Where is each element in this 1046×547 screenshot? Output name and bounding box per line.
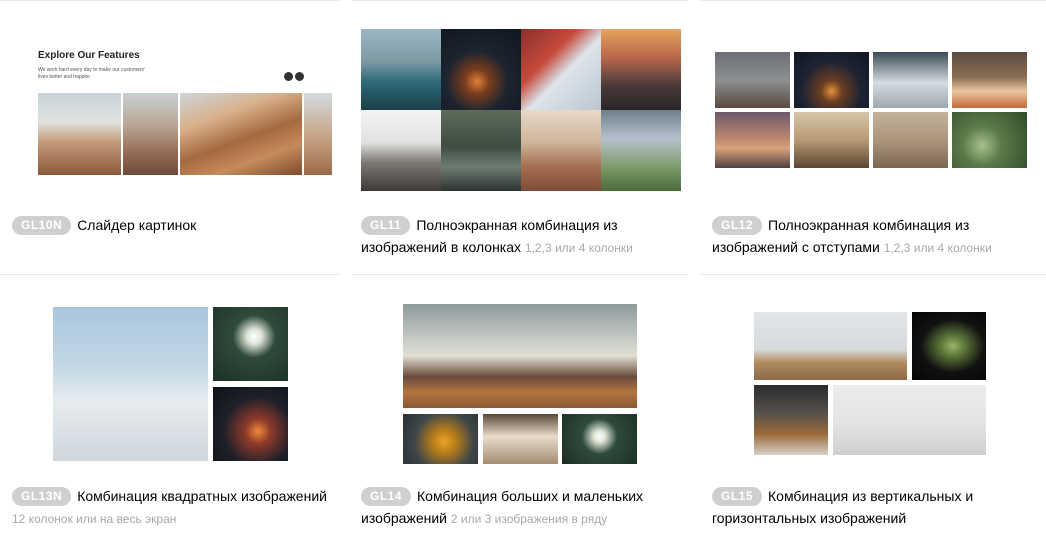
card-code-badge: GL14 xyxy=(361,487,412,506)
card-note: 2 или 3 изображения в ряду xyxy=(450,512,608,526)
card-code-badge: GL10N xyxy=(12,216,72,235)
vertical-horizontal-preview xyxy=(754,312,986,455)
mixed-grid-preview xyxy=(403,304,637,464)
image-building xyxy=(53,307,208,461)
image-drinking xyxy=(794,112,869,168)
image-mug xyxy=(873,52,948,108)
image-sunset-sky xyxy=(715,112,790,168)
image-skateboard xyxy=(833,385,986,455)
card-gl15[interactable]: GL15 Комбинация из вертикальных и горизон… xyxy=(700,274,1046,547)
image-boots xyxy=(715,52,790,108)
grid-preview xyxy=(715,52,1027,168)
square-grid-preview xyxy=(53,307,288,461)
image-yellow-hood xyxy=(403,414,478,464)
slider-heading: Explore Our Features xyxy=(38,50,140,61)
card-caption: GL15 Комбинация из вертикальных и горизон… xyxy=(712,485,1012,529)
card-caption: GL13N Комбинация квадратных изображений 1… xyxy=(12,485,332,530)
slider-preview: Explore Our Features We work hard every … xyxy=(30,30,340,190)
chevron-left-icon[interactable] xyxy=(284,72,293,81)
image-bokeh-lights xyxy=(213,387,288,461)
card-note: 1,2,3 или 4 колонки xyxy=(524,241,633,255)
card-caption: GL14 Комбинация больших и маленьких изобр… xyxy=(361,485,686,530)
image-valley xyxy=(601,110,681,191)
card-code-badge: GL13N xyxy=(12,487,72,506)
card-gl14[interactable]: GL14 Комбинация больших и маленьких изобр… xyxy=(352,274,688,547)
image-night-lights xyxy=(794,52,869,108)
image-wind-turbines xyxy=(754,312,907,380)
card-gl11[interactable]: GL11 Полноэкранная комбинация из изображе… xyxy=(352,0,688,274)
chevron-right-icon[interactable] xyxy=(295,72,304,81)
card-note: 12 колонок или на весь экран xyxy=(12,512,177,526)
card-caption: GL11 Полноэкранная комбинация из изображе… xyxy=(361,214,686,259)
image-rock-sitter xyxy=(521,110,601,191)
card-code-badge: GL15 xyxy=(712,487,763,506)
card-gl10n[interactable]: Explore Our Features We work hard every … xyxy=(0,0,340,274)
card-code-badge: GL11 xyxy=(361,216,411,235)
image-flower-hand xyxy=(213,307,288,381)
image-climbers xyxy=(361,110,441,191)
image-backpack xyxy=(441,110,521,191)
image-lake xyxy=(361,29,441,110)
slide-image-partial xyxy=(304,93,332,175)
card-gl12[interactable]: GL12 Полноэкранная комбинация из изображе… xyxy=(700,0,1046,274)
image-campfire xyxy=(441,29,521,110)
slide-image-pier xyxy=(38,93,121,175)
image-mountain-clouds xyxy=(403,304,637,408)
image-flower-hand-small xyxy=(562,414,637,464)
image-cup xyxy=(483,414,558,464)
image-hand-food xyxy=(952,52,1027,108)
card-note: 1,2,3 или 4 колонки xyxy=(883,241,992,255)
card-code-badge: GL12 xyxy=(712,216,763,235)
grid-preview xyxy=(361,29,681,191)
card-caption: GL12 Полноэкранная комбинация из изображе… xyxy=(712,214,1046,259)
image-plant-dark xyxy=(912,312,986,380)
card-caption: GL10N Слайдер картинок xyxy=(12,214,332,236)
slider-subtext: We work hard every day to make our custo… xyxy=(38,67,146,80)
image-tent xyxy=(521,29,601,110)
image-shoes xyxy=(754,385,828,455)
slide-image-rocks xyxy=(123,93,178,175)
card-title: Комбинация квадратных изображений xyxy=(77,488,327,504)
image-plants xyxy=(952,112,1027,168)
image-sunset-hikers xyxy=(601,29,681,110)
card-gl13n[interactable]: GL13N Комбинация квадратных изображений 1… xyxy=(0,274,340,547)
card-title: Слайдер картинок xyxy=(77,217,197,233)
slide-image-canyon xyxy=(180,93,302,175)
image-bird xyxy=(873,112,948,168)
